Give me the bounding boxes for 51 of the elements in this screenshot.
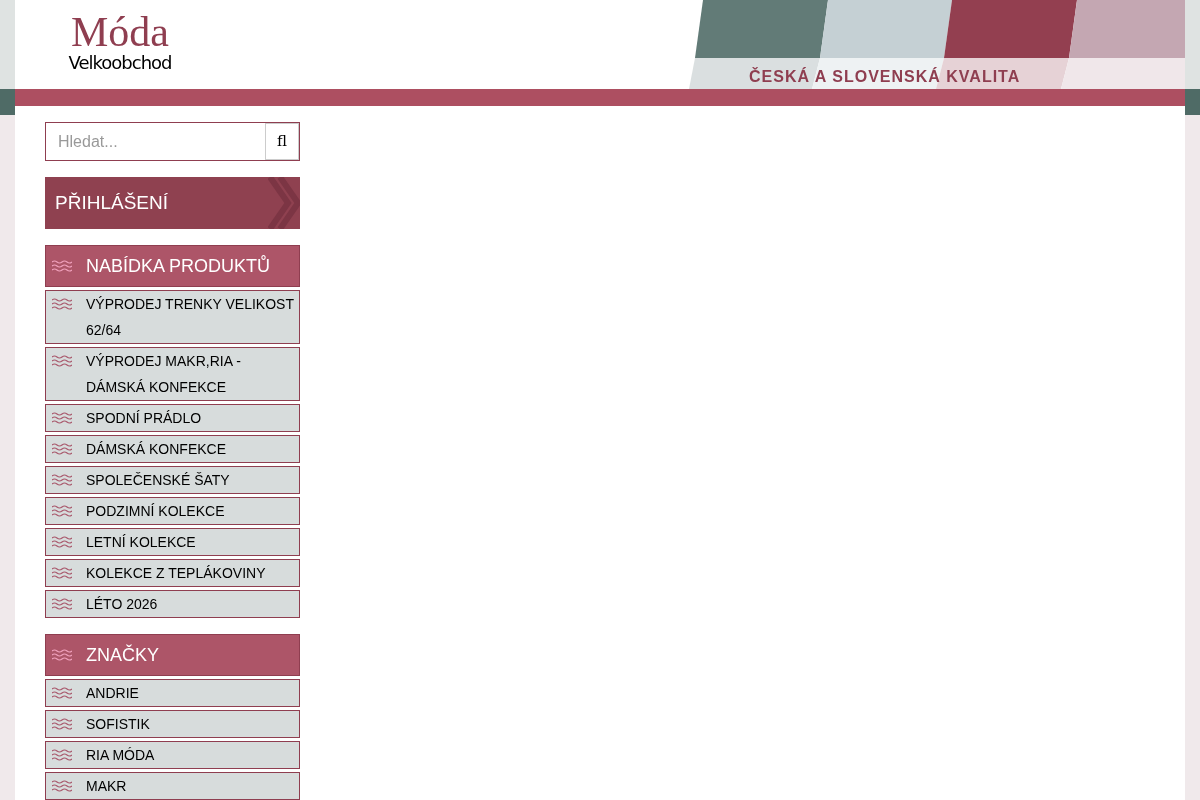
menu-item-label: RIA MÓDA (86, 746, 155, 765)
menu-item[interactable]: SPODNÍ PRÁDLO (45, 404, 300, 432)
menu-item[interactable]: DÁMSKÁ KONFEKCE (45, 435, 300, 463)
menu-item[interactable]: LÉTO 2026 (45, 590, 300, 618)
menu-item-label: KOLEKCE Z TEPLÁKOVINY (86, 564, 266, 583)
wave-icon (52, 649, 72, 661)
menu-item-label: SOFISTIK (86, 715, 150, 734)
menu-item[interactable]: SOFISTIK (45, 710, 300, 738)
section-title: ZNAČKY (86, 643, 159, 667)
wave-icon (52, 749, 72, 761)
menu-item-label: DÁMSKÁ KONFEKCE (86, 440, 227, 459)
chevron-icon (268, 177, 300, 229)
wave-icon (52, 355, 72, 367)
menu-item-label: VÝPRODEJ MAKR,RIA - DÁMSKÁ KONFEKCE (86, 352, 242, 397)
menu-item-label: ANDRIE (86, 684, 139, 703)
logo-title: Móda (71, 12, 169, 52)
wave-icon (52, 718, 72, 730)
tagline: ČESKÁ A SLOVENSKÁ KVALITA (749, 66, 1021, 87)
logo-subtitle: Velkoobchod (68, 52, 172, 74)
wave-icon (52, 598, 72, 610)
menu-item[interactable]: SPOLEČENSKÉ ŠATY (45, 466, 300, 494)
search-input[interactable]: Hledat... (46, 123, 265, 160)
menu-item[interactable]: ANDRIE (45, 679, 300, 707)
wave-icon (52, 412, 72, 424)
menu-item[interactable]: PODZIMNÍ KOLEKCE (45, 497, 300, 525)
menu-item[interactable]: MAKR (45, 772, 300, 800)
menu-item-label: LÉTO 2026 (86, 595, 158, 614)
wave-icon (52, 687, 72, 699)
menu-item[interactable]: LETNÍ KOLEKCE (45, 528, 300, 556)
wave-icon (52, 474, 72, 486)
menu-item[interactable]: RIA MÓDA (45, 741, 300, 769)
wave-icon (52, 567, 72, 579)
menu-item[interactable]: VÝPRODEJ MAKR,RIA - DÁMSKÁ KONFEKCE (45, 347, 300, 401)
menu-item-label: SPOLEČENSKÉ ŠATY (86, 471, 230, 490)
menu-item-label: MAKR (86, 777, 127, 796)
login-button[interactable]: PŘIHLÁŠENÍ (45, 177, 300, 229)
menu-item-label: PODZIMNÍ KOLEKCE (86, 502, 225, 521)
menu-item[interactable]: VÝPRODEJ TRENKY VELIKOST 62/64 (45, 290, 300, 344)
menu-item-label: VÝPRODEJ TRENKY VELIKOST 62/64 (86, 295, 295, 340)
section-title: NABÍDKA PRODUKTŮ (86, 254, 271, 278)
search-field[interactable]: Hledat... fl (45, 122, 300, 161)
menu-item-label: SPODNÍ PRÁDLO (86, 409, 202, 428)
menu-item-label: LETNÍ KOLEKCE (86, 533, 196, 552)
wave-icon (52, 536, 72, 548)
wave-icon (52, 298, 72, 310)
wave-icon (52, 505, 72, 517)
wave-icon (52, 780, 72, 792)
wave-icon (52, 443, 72, 455)
wave-icon (52, 260, 72, 272)
search-button[interactable]: fl (265, 123, 299, 160)
menu-item[interactable]: KOLEKCE Z TEPLÁKOVINY (45, 559, 300, 587)
